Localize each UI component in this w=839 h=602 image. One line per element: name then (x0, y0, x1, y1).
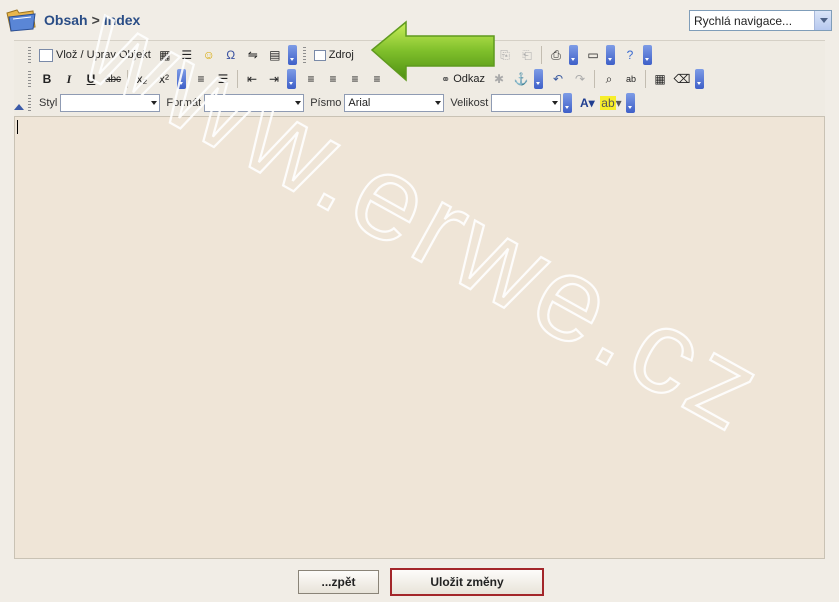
undo-icon[interactable]: ↶ (547, 69, 569, 89)
toolbar-overflow-button[interactable] (563, 93, 573, 113)
format-label: Formát (166, 97, 202, 109)
toolbar-divider (645, 70, 647, 88)
special-char-icon[interactable]: Ω (220, 45, 242, 65)
toolbar-divider (594, 70, 596, 88)
align-left-icon[interactable]: ≡ (300, 69, 322, 89)
font-value: Arial (348, 97, 371, 109)
numbered-list-icon[interactable]: ≡ (190, 69, 212, 89)
toolbar-row-2: B I U abc x₂ x² ≡ ☰ ⇤ ⇥ ≡ ≡ ≡ ≡ (26, 67, 388, 91)
toolbar-row-3: Styl Formát Písmo Arial Velikost A▾ ab ▾ (26, 91, 639, 115)
toolbar-overflow-button[interactable] (695, 69, 705, 89)
align-center-icon[interactable]: ≡ (322, 69, 344, 89)
chevron-down-icon (151, 101, 158, 105)
toolbar-grip[interactable] (302, 47, 306, 63)
maximize-icon[interactable]: ▭ (582, 45, 604, 65)
toolbar-divider (237, 70, 238, 88)
page-break-icon[interactable]: ⇋ (242, 45, 264, 65)
toolbar-divider (541, 46, 542, 64)
toolbar-grip[interactable] (28, 71, 31, 87)
smiley-icon[interactable]: ☺ (198, 45, 220, 65)
source-label: Zdroj (328, 49, 354, 61)
toolbar-row-1: Vlož / Uprav Objekt ▦ ☰ ☺ Ω ⇋ ▤ Zdroj (26, 43, 357, 67)
select-all-icon[interactable]: ▦ (649, 69, 671, 89)
superscript-icon[interactable]: x² (153, 69, 175, 89)
font-select[interactable]: Arial (344, 94, 445, 112)
help-icon[interactable]: ? (619, 45, 641, 65)
subscript-icon[interactable]: x₂ (131, 69, 153, 89)
quick-navigation-value: Rychlá navigace... (694, 14, 793, 28)
toolbar-overflow-button[interactable] (606, 45, 615, 65)
quick-navigation-select[interactable]: Rychlá navigace... (689, 10, 832, 31)
back-button[interactable]: ...zpět (298, 570, 379, 594)
size-select[interactable] (491, 94, 562, 112)
bullet-list-icon[interactable]: ☰ (212, 69, 234, 89)
toolbar-divider (127, 70, 128, 88)
editor-content-area[interactable] (14, 116, 825, 559)
toolbar-overflow-button[interactable] (625, 93, 635, 113)
save-changes-button[interactable]: Uložit změny (390, 568, 544, 596)
font-label: Písmo (310, 97, 342, 109)
outdent-icon[interactable]: ⇤ (241, 69, 263, 89)
image-icon (39, 48, 53, 62)
bold-icon[interactable]: B (36, 69, 58, 89)
style-select[interactable] (60, 94, 161, 112)
text-caret (17, 120, 18, 134)
chevron-down-icon (295, 101, 302, 105)
toolbar-overflow-button[interactable] (177, 69, 186, 89)
collapse-toolbar-icon[interactable] (14, 104, 24, 110)
toolbar-grip[interactable] (28, 47, 31, 63)
breadcrumb: Obsah > Index (44, 12, 140, 28)
redo-icon[interactable]: ↷ (569, 69, 591, 89)
anchor-icon[interactable]: ⚓ (510, 69, 532, 89)
toolbar-overflow-button[interactable] (287, 69, 296, 89)
background-color-icon[interactable]: ab ▾ (598, 93, 623, 113)
underline-icon[interactable]: U (80, 69, 102, 89)
toolbar-overflow-button[interactable] (569, 45, 578, 65)
horizontal-rule-icon[interactable]: ☰ (176, 45, 198, 65)
indent-icon[interactable]: ⇥ (263, 69, 285, 89)
size-label: Velikost (450, 97, 489, 109)
toolbar-grip[interactable] (28, 95, 31, 111)
find-icon[interactable]: ⌕ (598, 69, 620, 89)
replace-icon[interactable]: ab (620, 69, 642, 89)
table-icon[interactable]: ▦ (154, 45, 176, 65)
folder-icon (6, 9, 36, 32)
style-label: Styl (39, 97, 58, 109)
chevron-down-icon (552, 101, 559, 105)
strikethrough-icon[interactable]: abc (102, 69, 124, 89)
breadcrumb-parent[interactable]: Obsah (44, 12, 88, 28)
breadcrumb-current: Index (103, 12, 141, 28)
remove-format-icon[interactable]: ⌫ (671, 69, 693, 89)
text-color-icon[interactable]: A▾ (576, 93, 598, 113)
toolbar-overflow-button[interactable] (643, 45, 652, 65)
toolbar-overflow-button[interactable] (287, 45, 297, 65)
toolbar-overflow-button[interactable] (534, 69, 544, 89)
chevron-down-icon[interactable] (814, 11, 831, 30)
breadcrumb-separator: > (91, 12, 100, 28)
chevron-down-icon (435, 101, 442, 105)
align-right-icon[interactable]: ≡ (344, 69, 366, 89)
iframe-icon[interactable]: ▤ (264, 45, 286, 65)
insert-object-label: Vlož / Uprav Objekt (56, 49, 151, 61)
source-icon (313, 49, 326, 61)
insert-object-button[interactable]: Vlož / Uprav Objekt (36, 45, 154, 65)
italic-icon[interactable]: I (58, 69, 80, 89)
format-select[interactable] (204, 94, 305, 112)
toolbar-row-1-right: ⎘ ⎗ ⎙ ▭ ? (494, 43, 656, 67)
source-button[interactable]: Zdroj (311, 45, 357, 65)
green-arrow-icon (370, 20, 495, 82)
print-icon[interactable]: ⎙ (545, 45, 567, 65)
paste-word-icon[interactable]: ⎗ (516, 45, 538, 65)
